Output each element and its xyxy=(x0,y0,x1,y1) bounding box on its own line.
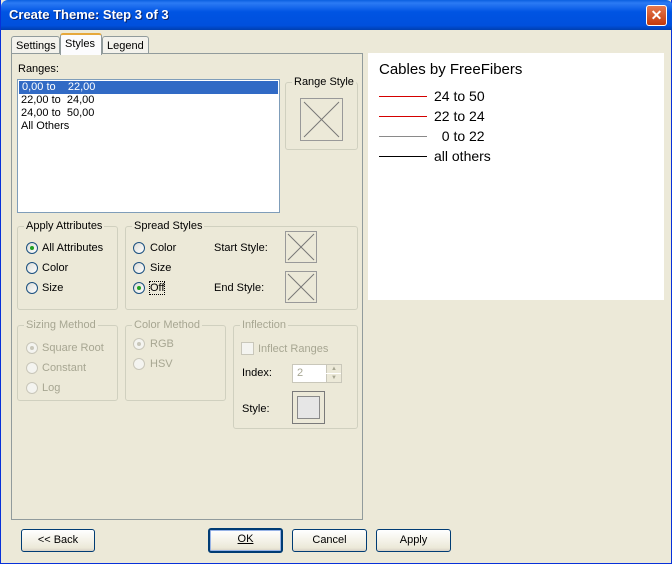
preview-title: Cables by FreeFibers xyxy=(379,61,523,78)
legend-entry: 22 to 24 xyxy=(379,107,659,127)
log-label: Log xyxy=(42,382,61,394)
legend-line xyxy=(379,136,427,137)
ranges-label: Ranges: xyxy=(18,63,59,75)
inflection-style-button[interactable] xyxy=(292,391,325,424)
hsv-label: HSV xyxy=(150,358,173,370)
color-method-label: Color Method xyxy=(132,319,203,331)
cancel-button[interactable]: Cancel xyxy=(292,529,367,552)
empty-style-icon xyxy=(287,233,315,261)
range-style-label: Range Style xyxy=(292,76,356,88)
window-title: Create Theme: Step 3 of 3 xyxy=(9,7,169,22)
legend-text: 0 to 22 xyxy=(434,128,485,144)
tab-styles[interactable]: Styles xyxy=(60,33,102,55)
legend-text: all others xyxy=(434,148,491,164)
rgb-label: RGB xyxy=(150,338,174,350)
range-item[interactable]: 24,00 to 50,00 xyxy=(18,107,279,120)
legend-entry: 24 to 50 xyxy=(379,87,659,107)
empty-style-icon xyxy=(303,101,340,138)
log-radio[interactable] xyxy=(26,382,38,394)
start-style-button[interactable] xyxy=(285,231,317,263)
spread-color-label: Color xyxy=(150,242,177,254)
empty-style-icon xyxy=(287,273,315,301)
all-attributes-radio[interactable] xyxy=(26,242,38,254)
spread-color-radio[interactable] xyxy=(133,242,145,254)
color-attribute-radio[interactable] xyxy=(26,262,38,274)
range-item[interactable]: All Others xyxy=(18,120,279,133)
spin-down-icon[interactable]: ▼ xyxy=(326,374,341,382)
index-spinner[interactable]: 2 ▲ ▼ xyxy=(292,364,342,383)
end-style-button[interactable] xyxy=(285,271,317,303)
legend-line xyxy=(379,156,427,157)
cancel-button-label: Cancel xyxy=(312,534,347,546)
spread-size-label: Size xyxy=(150,262,172,274)
inflect-ranges-label: Inflect Ranges xyxy=(258,343,329,355)
tab-label: Styles xyxy=(65,38,95,50)
back-button[interactable]: << Back xyxy=(21,529,95,552)
apply-attributes-label: Apply Attributes xyxy=(24,220,105,232)
back-button-label: << Back xyxy=(37,534,79,546)
close-icon: ✕ xyxy=(650,7,663,23)
tab-label: Legend xyxy=(107,40,144,52)
legend-text: 22 to 24 xyxy=(434,108,485,124)
range-style-button[interactable] xyxy=(300,98,343,141)
size-attribute-radio[interactable] xyxy=(26,282,38,294)
constant-label: Constant xyxy=(42,362,87,374)
index-label: Index: xyxy=(242,367,272,379)
apply-button[interactable]: Apply xyxy=(376,529,451,552)
tab-label: Settings xyxy=(16,40,56,52)
range-item[interactable]: 22,00 to 24,00 xyxy=(18,94,279,107)
style-swatch xyxy=(297,396,320,419)
index-value: 2 xyxy=(297,367,304,379)
ok-button[interactable]: OK xyxy=(208,528,283,553)
ranges-listbox[interactable]: 0,00 to 22,00 22,00 to 24,00 24,00 to 50… xyxy=(17,79,280,213)
inflect-ranges-checkbox[interactable] xyxy=(241,342,254,355)
style-label: Style: xyxy=(242,403,270,415)
close-button[interactable]: ✕ xyxy=(646,5,667,26)
color-attribute-label: Color xyxy=(42,262,69,274)
all-attributes-label: All Attributes xyxy=(42,242,104,254)
ok-button-label: OK xyxy=(237,533,254,545)
square-root-radio[interactable] xyxy=(26,342,38,354)
range-item[interactable]: 0,00 to 22,00 xyxy=(19,81,278,94)
end-style-label: End Style: xyxy=(214,282,265,294)
constant-radio[interactable] xyxy=(26,362,38,374)
create-theme-dialog: Create Theme: Step 3 of 3 ✕ Settings Sty… xyxy=(0,0,672,564)
inflection-label: Inflection xyxy=(240,319,289,331)
legend-preview: Cables by FreeFibers 24 to 50 22 to 24 0… xyxy=(368,53,664,300)
hsv-radio[interactable] xyxy=(133,358,145,370)
legend-text: 24 to 50 xyxy=(434,88,485,104)
start-style-label: Start Style: xyxy=(214,242,268,254)
legend-line xyxy=(379,96,427,97)
apply-button-label: Apply xyxy=(399,534,428,546)
size-attribute-label: Size xyxy=(42,282,64,294)
legend-entry: 0 to 22 xyxy=(379,127,659,147)
legend-line xyxy=(379,116,427,117)
spin-up-icon[interactable]: ▲ xyxy=(326,365,341,373)
square-root-label: Square Root xyxy=(42,342,104,354)
spread-size-radio[interactable] xyxy=(133,262,145,274)
rgb-radio[interactable] xyxy=(133,338,145,350)
spread-styles-label: Spread Styles xyxy=(132,220,205,232)
spread-off-label: Off xyxy=(148,281,166,295)
legend-entry: all others xyxy=(379,147,659,167)
title-bar[interactable]: Create Theme: Step 3 of 3 ✕ xyxy=(1,0,672,30)
spread-off-radio[interactable] xyxy=(133,282,145,294)
sizing-method-label: Sizing Method xyxy=(24,319,98,331)
